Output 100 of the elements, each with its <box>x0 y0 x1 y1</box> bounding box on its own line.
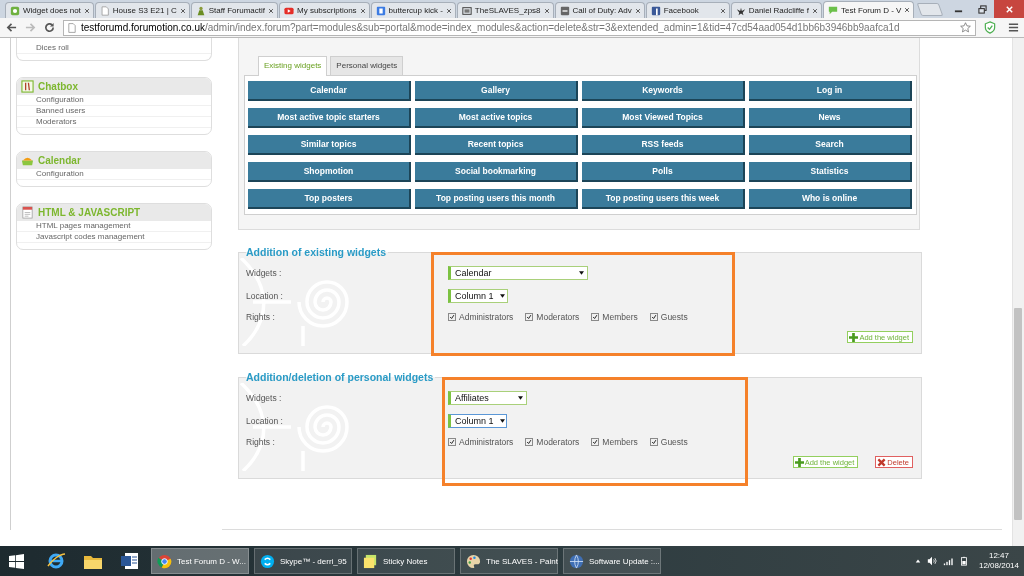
document-icon[interactable] <box>120 551 140 571</box>
shield-icon[interactable] <box>984 21 996 34</box>
close-icon[interactable] <box>719 7 726 14</box>
widget-button[interactable]: Who is online <box>749 189 912 209</box>
scrollbar-thumb[interactable] <box>1014 308 1022 520</box>
panel-title: Chatbox <box>38 81 78 92</box>
sidebar-link[interactable]: Banned users <box>17 106 211 117</box>
battery-icon[interactable] <box>958 556 969 566</box>
frame-icon <box>461 5 472 16</box>
taskbar-button[interactable]: Software Update :... <box>563 548 661 574</box>
orbit-icon[interactable] <box>46 551 66 571</box>
widget-button[interactable]: Polls <box>582 162 745 182</box>
checkbox[interactable] <box>525 313 534 321</box>
browser-tab[interactable]: Staff Forumactif <box>190 2 279 18</box>
close-icon[interactable] <box>904 7 911 13</box>
close-icon <box>1004 4 1014 14</box>
reload-icon[interactable] <box>44 22 55 33</box>
widget-button[interactable]: News <box>749 108 912 128</box>
widget-button[interactable]: Gallery <box>415 81 578 101</box>
checkbox[interactable] <box>525 438 534 446</box>
widget-button[interactable]: Social bookmarking <box>415 162 578 182</box>
close-icon[interactable] <box>543 7 550 14</box>
clock-date[interactable]: 12/08/2014 <box>978 561 1019 571</box>
back-arrow-icon[interactable] <box>6 22 17 33</box>
sidebar-link[interactable]: Moderators <box>17 117 211 128</box>
taskbar-button[interactable]: Skype™ - derri_95 <box>254 548 352 574</box>
sidebar-link[interactable]: Configuration <box>17 95 211 106</box>
browser-tab[interactable]: My subscriptions <box>279 2 370 18</box>
checkbox[interactable] <box>448 313 456 321</box>
plus-icon <box>849 332 859 342</box>
caret-icon <box>518 396 523 400</box>
sidebar-link[interactable]: Javascript codes management <box>17 232 211 243</box>
widget-button[interactable]: Recent topics <box>415 135 578 155</box>
sidebar-link[interactable]: Dices roll <box>17 43 211 54</box>
widget-tab[interactable]: Existing widgets <box>258 56 328 76</box>
widget-button[interactable]: Search <box>749 135 912 155</box>
close-icon[interactable] <box>634 7 641 14</box>
logo-icon <box>10 5 20 16</box>
browser-tab[interactable]: Test Forum D - V <box>823 1 915 18</box>
close-icon[interactable] <box>445 7 452 14</box>
widget-button[interactable]: Most Viewed Topics <box>582 108 745 128</box>
browser-tab[interactable]: TheSLAVES_zps8 <box>456 2 554 18</box>
dropdown[interactable]: Column 1 <box>448 414 507 428</box>
close-icon[interactable] <box>812 7 818 14</box>
widget-button[interactable]: Keywords <box>582 81 745 101</box>
widget-button[interactable]: Statistics <box>749 162 912 182</box>
caret-icon <box>499 419 505 423</box>
browser-tab[interactable]: Widget does not <box>5 2 94 18</box>
sidebar-link[interactable]: HTML pages management <box>17 221 211 232</box>
browser-tab[interactable]: buttercup kick - <box>370 2 456 18</box>
signal-icon[interactable] <box>942 556 953 566</box>
caret-up-icon[interactable] <box>914 558 921 564</box>
checkbox[interactable] <box>591 313 600 321</box>
dropdown[interactable]: Affiliates <box>448 391 527 405</box>
taskbar-button[interactable]: Sticky Notes <box>357 548 455 574</box>
checkbox[interactable] <box>448 438 456 446</box>
palette-icon <box>466 553 481 569</box>
widget-button[interactable]: RSS feeds <box>582 135 745 155</box>
widget-button[interactable]: Most active topics <box>415 108 578 128</box>
menu-icon[interactable] <box>1008 22 1019 33</box>
widget-button[interactable]: Top posting users this month <box>415 189 578 209</box>
widget-button[interactable]: Calendar <box>248 81 411 101</box>
taskbar-button[interactable]: The SLAVES - Paint <box>460 548 558 574</box>
field-label: Widgets : <box>246 393 282 403</box>
dropdown[interactable]: Column 1 <box>448 289 508 303</box>
tile-icon <box>650 5 661 16</box>
widget-button[interactable]: Log in <box>749 81 912 101</box>
checkbox[interactable] <box>591 438 600 446</box>
widget-button[interactable]: Similar topics <box>248 135 411 155</box>
url-text[interactable]: testforumd.forumotion.co.uk/admin/index.forum?part=modules&sub=portal&mode=index_modules&action=delete&str=3&extended_admin=1&tid=47cd54aad054d1bb6b3946bb9aafca1d <box>81 22 900 33</box>
checkbox-label: Members <box>602 312 638 322</box>
field-label: Location : <box>246 416 283 426</box>
browser-tab[interactable]: House S3 E21 | C <box>94 2 190 18</box>
speech-bubble-icon <box>828 5 838 15</box>
widget-tab[interactable]: Personal widgets <box>330 56 404 75</box>
play-icon <box>284 5 295 16</box>
taskbar-button[interactable]: Test Forum D - W... <box>151 548 249 574</box>
checkbox[interactable] <box>649 313 658 321</box>
sidebar-link[interactable]: Configuration <box>17 169 211 180</box>
address-bar[interactable]: testforumd.forumotion.co.uk/admin/index.forum?part=modules&sub=portal&mode=index_modules&action=delete&str=3&extended_admin=1&tid=47cd54aad054d1bb6b3946bb9aafca1d <box>63 19 976 36</box>
close-icon[interactable] <box>83 7 90 14</box>
speaker-icon[interactable] <box>926 556 937 566</box>
globe-icon <box>569 553 584 569</box>
close-icon[interactable] <box>268 7 275 14</box>
window-panes-icon[interactable] <box>9 553 24 569</box>
scrollbar[interactable] <box>1012 38 1024 546</box>
dropdown[interactable]: Calendar <box>448 266 588 280</box>
star-icon[interactable] <box>960 22 971 33</box>
widget-button[interactable]: Top posters <box>248 189 411 209</box>
close-button[interactable] <box>994 0 1024 18</box>
widget-button[interactable]: Top posting users this week <box>582 189 745 209</box>
close-icon[interactable] <box>359 7 366 14</box>
browser-tab[interactable]: Call of Duty: Adv <box>554 2 645 18</box>
browser-tab[interactable]: Daniel Radcliffe f <box>730 2 822 18</box>
widget-button[interactable]: Most active topic starters <box>248 108 411 128</box>
close-icon[interactable] <box>179 7 186 14</box>
clock-time[interactable]: 12:47 <box>988 551 1009 561</box>
browser-tab[interactable]: Facebook <box>645 2 730 18</box>
widget-button[interactable]: Shopmotion <box>248 162 411 182</box>
checkbox[interactable] <box>649 438 658 446</box>
